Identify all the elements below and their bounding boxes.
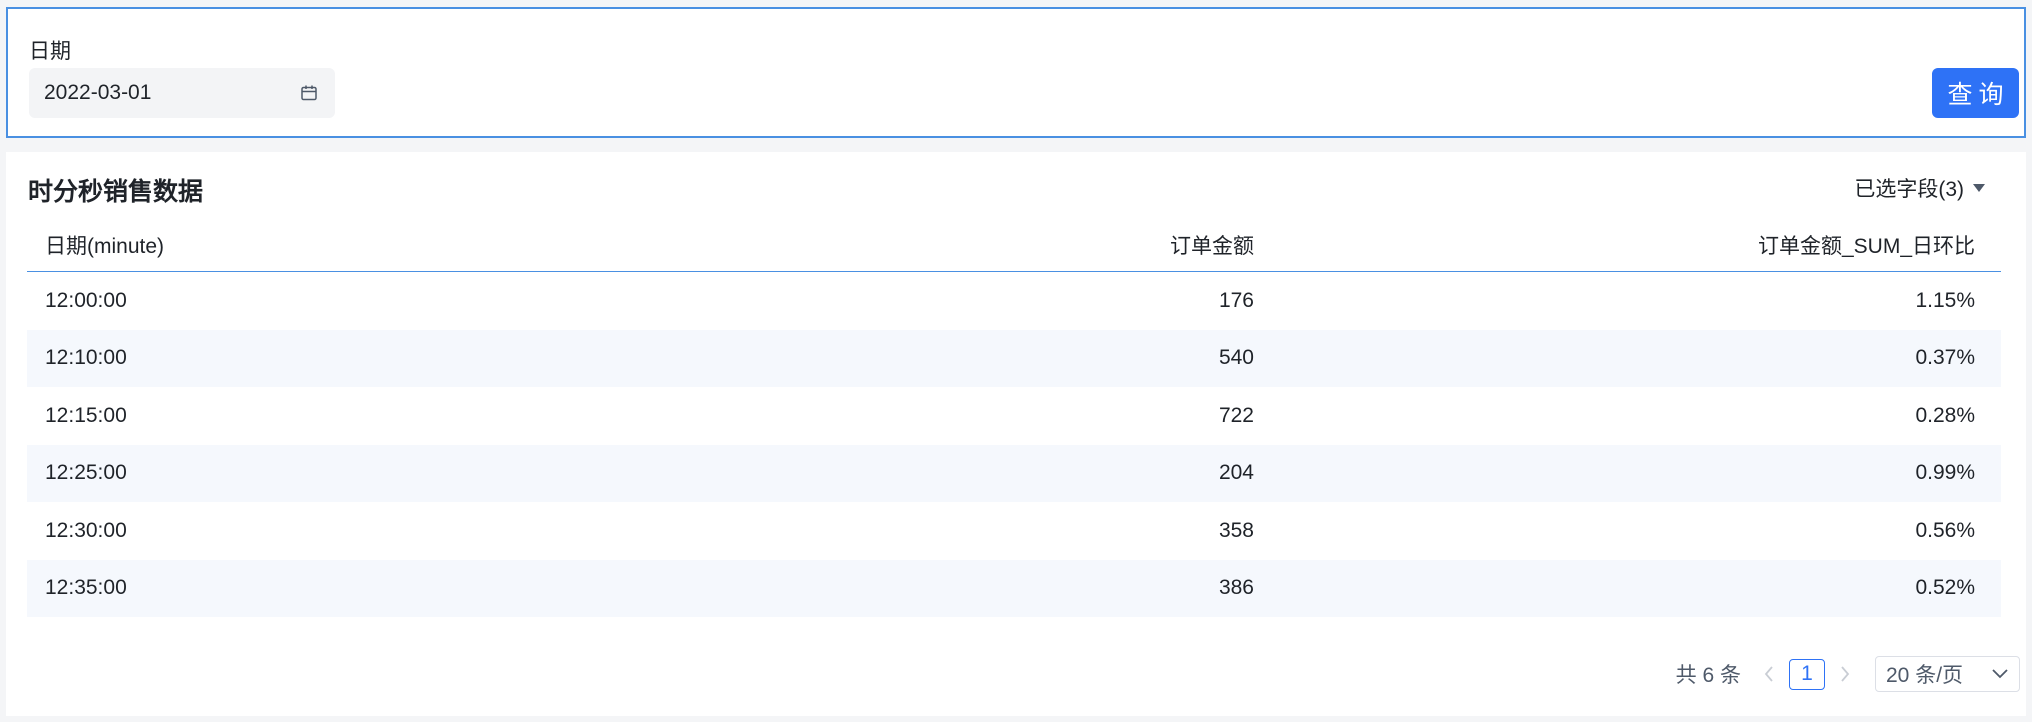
field-selector[interactable]: 已选字段(3): [1854, 173, 1986, 203]
cell-day-over-day: 1.15%: [1915, 288, 1975, 312]
cell-date: 12:25:00: [45, 461, 127, 485]
column-header-day-over-day[interactable]: 订单金额_SUM_日环比: [1254, 230, 2001, 260]
table-row[interactable]: 12:15:00 722 0.28%: [27, 387, 2001, 445]
cell-day-over-day: 0.37%: [1915, 346, 1975, 370]
cell-order-amount: 176: [1218, 288, 1254, 312]
cell-day-over-day: 0.28%: [1915, 403, 1975, 427]
page-size-value: 20 条/页: [1886, 664, 1964, 687]
table-title: 时分秒销售数据: [28, 178, 204, 206]
page-number-current[interactable]: 1: [1789, 658, 1825, 690]
cell-order-amount: 204: [1218, 461, 1254, 485]
page-size-select[interactable]: 20 条/页: [1875, 656, 2020, 692]
cell-date: 12:00:00: [45, 288, 127, 312]
cell-order-amount: 540: [1218, 346, 1254, 370]
cell-date: 12:15:00: [45, 403, 127, 427]
table-row[interactable]: 12:25:00 204 0.99%: [27, 444, 2001, 502]
cell-day-over-day: 0.52%: [1915, 576, 1975, 600]
data-table: 日期(minute) 订单金额 订单金额_SUM_日环比 12:00:00 17…: [27, 219, 2001, 617]
column-header-order-amount[interactable]: 订单金额: [627, 230, 1254, 260]
cell-day-over-day: 0.56%: [1915, 518, 1975, 542]
caret-down-icon: [1972, 183, 1986, 193]
field-selector-label: 已选字段(3): [1854, 178, 1964, 201]
calendar-icon[interactable]: [298, 82, 320, 104]
table-row[interactable]: 12:30:00 358 0.56%: [27, 502, 2001, 560]
date-picker[interactable]: 2022-03-01: [29, 68, 335, 118]
table-row[interactable]: 12:10:00 540 0.37%: [27, 329, 2001, 387]
cell-date: 12:35:00: [45, 576, 127, 600]
table-panel: 时分秒销售数据 已选字段(3) 日期(minute) 订单金额 订单金额_SUM…: [6, 152, 2026, 716]
query-button[interactable]: 查询: [1932, 68, 2019, 118]
cell-order-amount: 722: [1218, 403, 1254, 427]
chevron-right-icon[interactable]: [1831, 656, 1859, 692]
pagination: 共 6 条 1 20 条/页: [1676, 656, 2020, 692]
date-value: 2022-03-01: [44, 81, 152, 104]
table-row[interactable]: 12:00:00 176 1.15%: [27, 272, 2001, 330]
table-header: 日期(minute) 订单金额 订单金额_SUM_日环比: [27, 219, 2001, 272]
date-filter-label: 日期: [29, 40, 71, 63]
cell-order-amount: 358: [1218, 518, 1254, 542]
pagination-total: 共 6 条: [1675, 664, 1741, 687]
cell-order-amount: 386: [1218, 576, 1254, 600]
cell-date: 12:10:00: [45, 346, 127, 370]
chevron-left-icon[interactable]: [1755, 656, 1783, 692]
cell-date: 12:30:00: [45, 518, 127, 542]
chevron-down-icon: [1991, 662, 2009, 686]
column-header-date[interactable]: 日期(minute): [27, 230, 627, 260]
filter-panel: 日期 2022-03-01 查询: [6, 7, 2026, 138]
table-row[interactable]: 12:35:00 386 0.52%: [27, 559, 2001, 617]
cell-day-over-day: 0.99%: [1915, 461, 1975, 485]
